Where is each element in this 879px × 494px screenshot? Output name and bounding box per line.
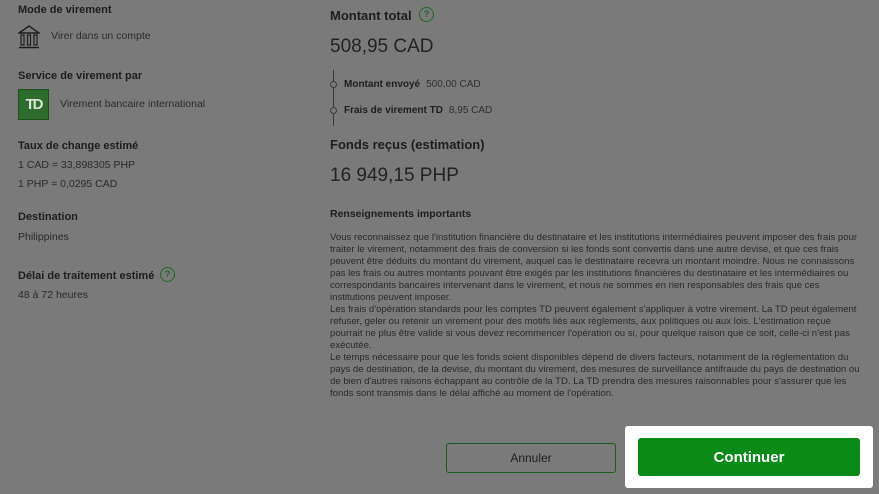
amount-sent-row: Montant envoyé 500,00 CAD xyxy=(344,79,481,90)
td-logo: TD xyxy=(18,89,49,120)
bank-icon xyxy=(18,25,40,49)
cancel-button[interactable]: Annuler xyxy=(446,443,616,473)
continue-highlight: Continuer xyxy=(625,426,873,488)
continue-button[interactable]: Continuer xyxy=(638,438,860,476)
important-info-text: Vous reconnaissez que l'institution fina… xyxy=(330,232,865,400)
service-value: Virement bancaire international xyxy=(60,98,206,110)
total-amount-value: 508,95 CAD xyxy=(330,36,434,57)
info-paragraph: Vous reconnaissez que l'institution fina… xyxy=(330,232,858,303)
processing-time-label: Délai de traitement estimé xyxy=(18,270,155,282)
exchange-rate-php: 1 PHP = 0,0295 CAD xyxy=(18,178,118,190)
amount-sent-label: Montant envoyé xyxy=(344,79,421,90)
service-label: Service de virement par xyxy=(18,70,143,82)
help-icon[interactable]: ? xyxy=(160,267,175,282)
important-info-title: Renseignements importants xyxy=(330,208,472,220)
transfer-fee-value: 8,95 CAD xyxy=(448,105,493,116)
processing-time-value: 48 à 72 heures xyxy=(18,289,89,301)
exchange-rate-label: Taux de change estimé xyxy=(18,140,139,152)
transfer-mode-value: Virer dans un compte xyxy=(51,30,151,42)
fee-timeline-line xyxy=(333,70,334,126)
funds-received-label: Fonds reçus (estimation) xyxy=(330,137,485,152)
funds-received-value: 16 949,15 PHP xyxy=(330,165,459,186)
timeline-dot xyxy=(330,81,337,88)
exchange-rate-cad: 1 CAD = 33,898305 PHP xyxy=(18,159,136,171)
info-paragraph: Les frais d'opération standards pour les… xyxy=(330,304,857,351)
destination-label: Destination xyxy=(18,211,78,223)
total-amount-label: Montant total xyxy=(330,8,412,23)
timeline-dot xyxy=(330,107,337,114)
amount-sent-value: 500,00 CAD xyxy=(426,79,481,90)
transfer-fee-label: Frais de virement TD xyxy=(344,105,443,116)
transfer-fee-row: Frais de virement TD 8,95 CAD xyxy=(344,105,492,116)
destination-value: Philippines xyxy=(18,231,69,243)
info-paragraph: Le temps nécessaire pour que les fonds s… xyxy=(330,352,860,399)
help-icon[interactable]: ? xyxy=(419,7,434,22)
transfer-mode-label: Mode de virement xyxy=(18,4,112,16)
